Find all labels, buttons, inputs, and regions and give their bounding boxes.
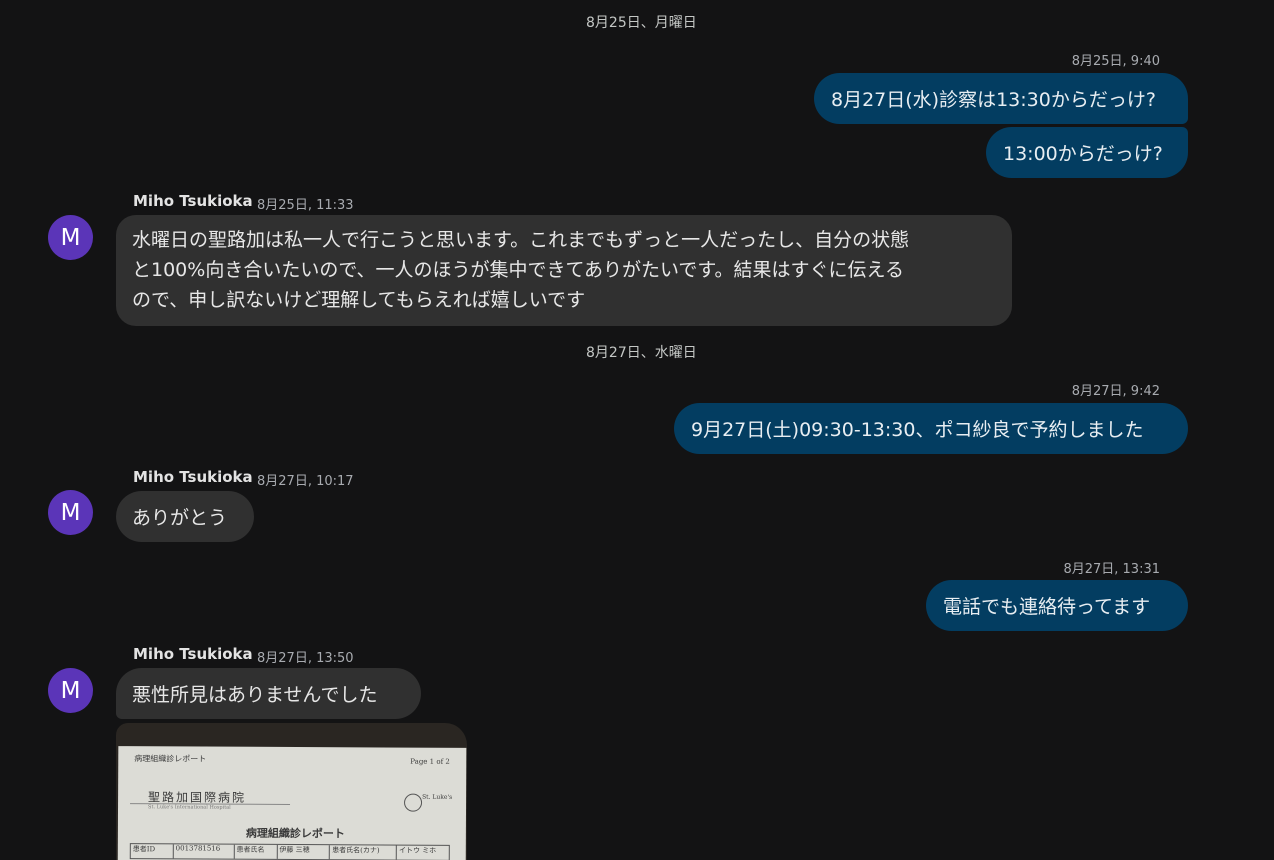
hospital-logo-icon (404, 793, 423, 812)
outgoing-message-bubble[interactable]: 13:00からだっけ? (986, 127, 1188, 178)
document-title: 病理組織診レポート (245, 826, 345, 841)
date-separator: 8月27日、水曜日 (586, 345, 697, 361)
sender-name: Miho Tsukioka (133, 645, 253, 663)
message-text-line: ので、申し訳ないけど理解してもらえれば嬉しいです (132, 289, 586, 311)
outgoing-message-bubble[interactable]: 電話でも連絡待ってます (926, 580, 1188, 631)
patient-info-table: 患者ID 0013781516 患者氏名 伊藤 三穂 患者氏名(カナ) イトウ … (129, 843, 450, 860)
message-timestamp: 8月27日, 9:42 (1071, 384, 1160, 399)
table-cell: イトウ ミホ (398, 846, 437, 855)
incoming-message-bubble[interactable]: 悪性所見はありませんでした (116, 668, 421, 719)
avatar[interactable]: M (48, 215, 93, 260)
avatar[interactable]: M (48, 668, 93, 713)
message-text-line: 水曜日の聖路加は私一人で行こうと思います。これまでもずっと一人だったし、自分の状… (132, 229, 910, 251)
attachment-photo[interactable]: 病理組織診レポート Page 1 of 2 聖路加国際病院 St. Luke's… (116, 723, 467, 860)
incoming-message-bubble[interactable]: ありがとう (116, 491, 254, 542)
message-timestamp: 8月27日, 13:50 (257, 651, 354, 666)
document-page-number: Page 1 of 2 (410, 757, 450, 766)
message-text-line: と100%向き合いたいので、一人のほうが集中できてありがたいです。結果はすぐに伝… (132, 259, 904, 281)
table-cell: 患者氏名 (234, 844, 278, 859)
table-cell: 患者氏名(カナ) (330, 845, 397, 860)
message-timestamp: 8月25日, 11:33 (257, 198, 354, 213)
avatar[interactable]: M (48, 490, 93, 535)
outgoing-message-bubble[interactable]: 8月27日(水)診察は13:30からだっけ? (814, 73, 1188, 124)
document-header: 病理組織診レポート (134, 754, 207, 764)
table-cell: 伊藤 三穂 (277, 844, 331, 860)
hospital-logo-text: St. Luke's (422, 793, 453, 801)
outgoing-message-bubble[interactable]: 9月27日(土)09:30-13:30、ポコ紗良で予約しました (674, 403, 1188, 454)
table-cell: 患者ID (130, 844, 174, 859)
sender-name: Miho Tsukioka (133, 192, 253, 210)
message-timestamp: 8月27日, 13:31 (1063, 562, 1160, 577)
pathology-report-document: 病理組織診レポート Page 1 of 2 聖路加国際病院 St. Luke's… (117, 746, 467, 860)
incoming-message-bubble[interactable]: 水曜日の聖路加は私一人で行こうと思います。これまでもずっと一人だったし、自分の状… (116, 215, 1012, 326)
date-separator: 8月25日、月曜日 (586, 15, 697, 31)
table-cell: 0013781516 (173, 844, 235, 859)
message-timestamp: 8月27日, 10:17 (257, 474, 354, 489)
message-timestamp: 8月25日, 9:40 (1071, 54, 1160, 69)
hospital-name-en: St. Luke's International Hospital (148, 804, 231, 811)
sender-name: Miho Tsukioka (133, 468, 253, 486)
